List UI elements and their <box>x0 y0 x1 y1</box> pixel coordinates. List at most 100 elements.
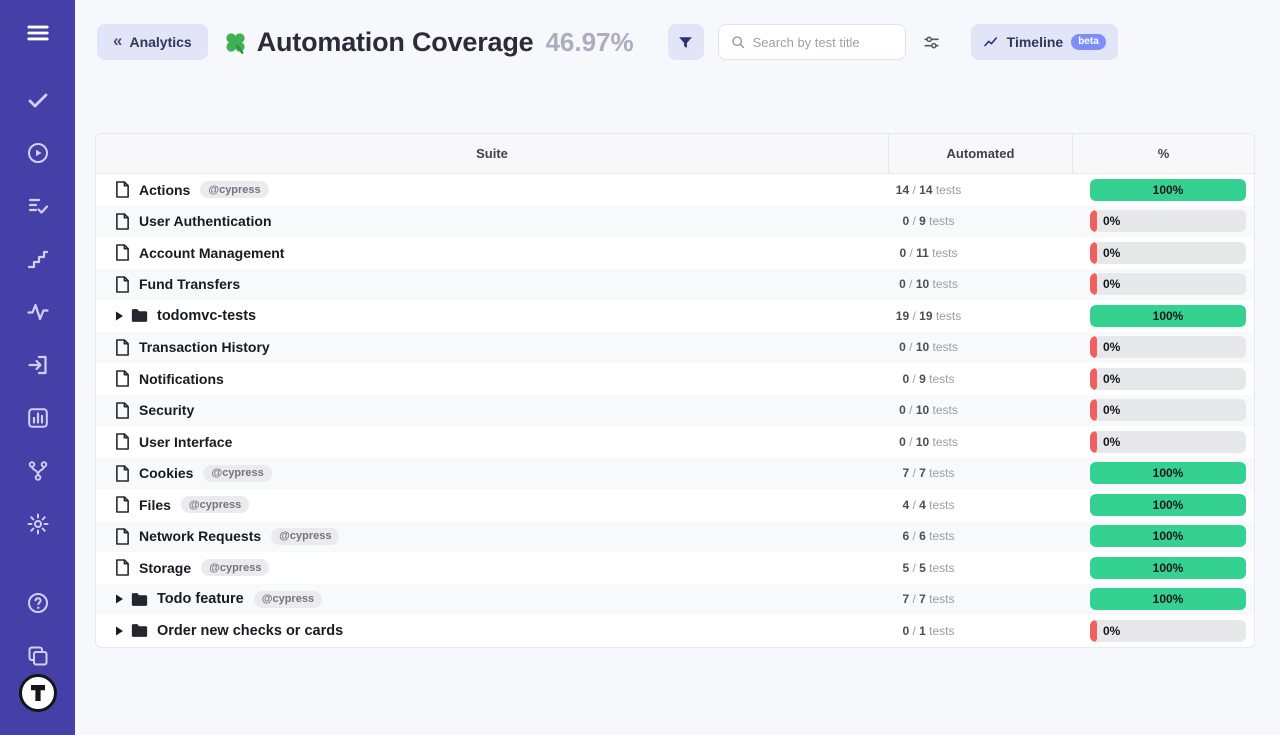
branch-icon[interactable] <box>26 459 50 483</box>
app-logo[interactable] <box>18 673 58 713</box>
red-segment <box>1090 336 1097 358</box>
table-row[interactable]: User Authentication0 / 9 tests0% <box>96 206 1254 238</box>
suite-cell: Notifications <box>96 370 888 387</box>
folder-icon <box>131 623 148 638</box>
sidebar-nav <box>26 88 50 668</box>
total-count: 1 <box>919 624 926 638</box>
red-segment <box>1090 620 1097 642</box>
suite-cell: User Interface <box>96 433 888 450</box>
red-segment <box>1090 242 1097 264</box>
caret-right-icon[interactable] <box>115 311 124 321</box>
percent-cell: 0% <box>1073 273 1254 295</box>
table-row[interactable]: Network Requests@cypress6 / 6 tests100% <box>96 521 1254 553</box>
table-row[interactable]: Order new checks or cards0 / 1 tests0% <box>96 615 1254 647</box>
automated-count: 0 <box>902 372 909 386</box>
automated-cell: 0 / 10 tests <box>888 340 1073 354</box>
trend-line-icon <box>983 34 999 50</box>
suite-name[interactable]: Todo feature <box>157 591 244 607</box>
suite-name[interactable]: Storage <box>139 560 191 576</box>
activity-icon[interactable] <box>26 300 50 324</box>
suite-name[interactable]: Network Requests <box>139 528 261 544</box>
copy-icon[interactable] <box>26 644 50 668</box>
suite-name[interactable]: Order new checks or cards <box>157 623 343 639</box>
automated-count: 0 <box>902 214 909 228</box>
suite-cell: todomvc-tests <box>96 308 888 324</box>
timeline-button[interactable]: Timeline beta <box>971 24 1118 60</box>
file-icon <box>115 496 130 513</box>
suite-name[interactable]: User Interface <box>139 434 232 450</box>
list-check-icon[interactable] <box>26 194 50 218</box>
table-row[interactable]: Actions@cypress14 / 14 tests100% <box>96 174 1254 206</box>
coverage-bar-label: 0% <box>1103 624 1120 638</box>
coverage-bar: 0% <box>1090 431 1246 453</box>
suite-name[interactable]: Files <box>139 497 171 513</box>
tag-badge: @cypress <box>181 496 249 513</box>
suite-name[interactable]: Actions <box>139 182 190 198</box>
table-row[interactable]: Account Management0 / 11 tests0% <box>96 237 1254 269</box>
menu-icon[interactable] <box>25 20 51 46</box>
coverage-bar-label: 100% <box>1153 183 1184 197</box>
analytics-back-button[interactable]: « Analytics <box>97 24 208 60</box>
table-row[interactable]: Notifications 0 / 9 tests0% <box>96 363 1254 395</box>
table-row[interactable]: Storage@cypress5 / 5 tests100% <box>96 552 1254 584</box>
coverage-bar-label: 100% <box>1153 466 1184 480</box>
bar-chart-icon[interactable] <box>26 406 50 430</box>
total-count: 5 <box>919 561 926 575</box>
sliders-icon <box>922 40 941 55</box>
suite-cell: Account Management <box>96 244 888 261</box>
total-count: 10 <box>916 435 929 449</box>
play-circle-icon[interactable] <box>26 141 50 165</box>
table-row[interactable]: Cookies@cypress7 / 7 tests100% <box>96 458 1254 490</box>
filter-button[interactable] <box>668 24 704 60</box>
coverage-bar: 0% <box>1090 273 1246 295</box>
table-row[interactable]: Security0 / 10 tests0% <box>96 395 1254 427</box>
table-row[interactable]: Todo feature@cypress7 / 7 tests100% <box>96 584 1254 616</box>
help-circle-icon[interactable] <box>26 591 50 615</box>
red-segment <box>1090 431 1097 453</box>
table-row[interactable]: User Interface0 / 10 tests0% <box>96 426 1254 458</box>
coverage-bar: 100% <box>1090 588 1246 610</box>
suite-name[interactable]: Cookies <box>139 465 193 481</box>
check-icon[interactable] <box>26 88 50 112</box>
coverage-bar: 100% <box>1090 305 1246 327</box>
steps-icon[interactable] <box>26 247 50 271</box>
suite-name[interactable]: Fund Transfers <box>139 276 240 292</box>
total-count: 9 <box>919 214 926 228</box>
red-segment <box>1090 368 1097 390</box>
suite-name[interactable]: todomvc-tests <box>157 308 256 324</box>
sliders-button[interactable] <box>918 29 945 56</box>
import-icon[interactable] <box>26 353 50 377</box>
percent-cell: 100% <box>1073 557 1254 579</box>
table-row[interactable]: Files@cypress4 / 4 tests100% <box>96 489 1254 521</box>
suite-name[interactable]: Transaction History <box>139 339 270 355</box>
automated-count: 0 <box>899 246 906 260</box>
gear-icon[interactable] <box>26 512 50 536</box>
file-icon <box>115 465 130 482</box>
clover-icon <box>222 29 249 56</box>
percent-cell: 100% <box>1073 588 1254 610</box>
page-title: Automation Coverage <box>257 27 534 58</box>
table-row[interactable]: Transaction History 0 / 10 tests 0% <box>96 332 1254 364</box>
table-row[interactable]: Fund Transfers 0 / 10 tests 0% <box>96 269 1254 301</box>
topbar: « Analytics Automation Coverage 46.97% <box>75 0 1280 60</box>
suite-name[interactable]: Security <box>139 402 194 418</box>
coverage-table: Suite Automated % Actions@cypress14 / 14… <box>95 133 1255 648</box>
automated-count: 0 <box>899 403 906 417</box>
total-count: 4 <box>919 498 926 512</box>
table-body: Actions@cypress14 / 14 tests100% User Aut… <box>96 174 1254 647</box>
search-input[interactable] <box>753 35 894 50</box>
search-box[interactable] <box>718 24 906 60</box>
caret-right-icon[interactable] <box>115 594 124 604</box>
percent-cell: 0% <box>1073 368 1254 390</box>
search-icon <box>730 34 746 50</box>
coverage-bar-label: 0% <box>1103 340 1120 354</box>
automated-cell: 0 / 9 tests <box>888 372 1073 386</box>
caret-right-icon[interactable] <box>115 626 124 636</box>
suite-name[interactable]: User Authentication <box>139 213 272 229</box>
automated-cell: 0 / 10 tests <box>888 277 1073 291</box>
suite-cell: Fund Transfers <box>96 276 888 293</box>
table-row[interactable]: todomvc-tests19 / 19 tests100% <box>96 300 1254 332</box>
sidebar <box>0 0 75 735</box>
suite-name[interactable]: Account Management <box>139 245 284 261</box>
suite-name[interactable]: Notifications <box>139 371 224 387</box>
